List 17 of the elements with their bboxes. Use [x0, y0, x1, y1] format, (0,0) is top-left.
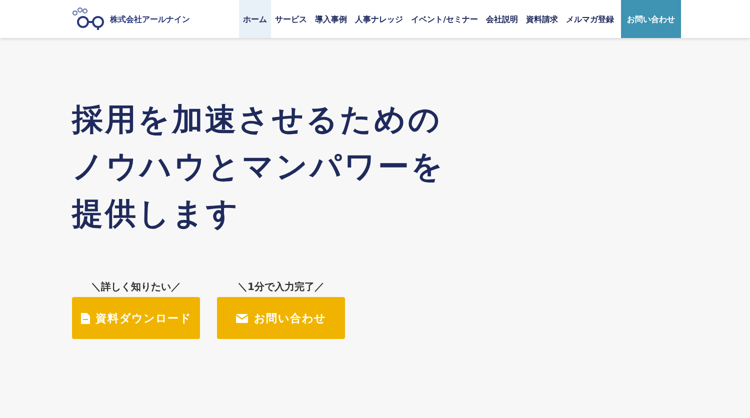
document-icon	[80, 312, 90, 324]
nav-link[interactable]: ホーム	[239, 0, 272, 38]
nav-link[interactable]: 導入事例	[311, 0, 352, 38]
hero-headline: 採用を加速させるための	[72, 101, 443, 140]
nav-link[interactable]: 資料請求	[522, 0, 562, 38]
mail-icon	[236, 314, 248, 322]
nav-link[interactable]: サービス	[271, 0, 312, 38]
button-caption: ＼詳しく知りたい／	[91, 280, 181, 294]
nav-link[interactable]: イベント/セミナー	[407, 0, 482, 38]
nav-link[interactable]: 人事ナレッジ	[351, 0, 408, 38]
button-caption: ＼1分で入力完了／	[238, 280, 324, 294]
company-name: 株式会社アールナイン	[110, 14, 190, 24]
logo-icon	[72, 7, 106, 31]
hero-headline: ノウハウとマンパワーを	[72, 148, 446, 187]
nav-link[interactable]: 会社説明	[482, 0, 522, 38]
nav-link[interactable]: メルマガ登録	[562, 0, 618, 38]
hero-headline: 提供します	[72, 195, 241, 234]
